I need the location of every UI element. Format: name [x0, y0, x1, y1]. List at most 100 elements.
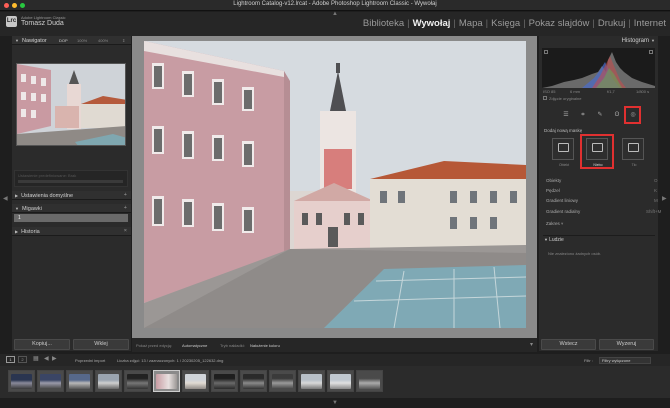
zoom-arrows-icon[interactable]: ⇕ — [122, 36, 125, 45]
original-photo-label: Zdjęcie oryginalne — [549, 96, 582, 101]
navigator-header[interactable]: ▼ Nawigator DOP 100% 400% ⇕ — [12, 36, 131, 45]
filmstrip-thumb-9[interactable] — [240, 370, 267, 392]
people-title: Ludzie — [549, 237, 564, 243]
filmstrip-thumb-8[interactable] — [211, 370, 238, 392]
previous-button[interactable]: Wstecz — [541, 339, 596, 350]
filter-select[interactable]: Filtry wyłączone — [599, 357, 651, 364]
brush-label: Pędzel — [546, 188, 560, 193]
right-panel-chevron-icon[interactable]: ▶ — [662, 196, 667, 202]
original-photo-checkbox[interactable] — [543, 96, 547, 100]
highlight-clipping-icon[interactable] — [649, 50, 653, 54]
copy-button[interactable]: Kopiuj... — [14, 339, 70, 350]
show-edit-select[interactable]: Automatyczne — [182, 343, 207, 348]
add-preset-icon[interactable]: + — [124, 191, 127, 200]
filmstrip-thumb-11[interactable] — [298, 370, 325, 392]
mask-subject-button[interactable]: Obiekt — [552, 138, 574, 167]
next-photo-icon[interactable]: ▶ — [52, 355, 57, 362]
histogram[interactable] — [542, 48, 655, 88]
filmstrip-bar: 1 2 ▦ ◀ ▶ Poprzedni import Liczba zdjęć:… — [0, 354, 670, 366]
navigator-thumbnail — [17, 64, 125, 145]
add-snapshot-icon[interactable]: + — [124, 204, 127, 213]
objects-shortcut: O — [654, 178, 658, 183]
mask-background-button[interactable]: Tło — [622, 138, 644, 167]
histogram-title[interactable]: Histogram — [539, 36, 658, 46]
snapshots-header[interactable]: ▼ Migawki + — [12, 204, 131, 213]
zoom-fit[interactable]: DOP — [59, 36, 68, 45]
shadow-clipping-icon[interactable] — [544, 50, 548, 54]
preset-amount-slider[interactable] — [18, 180, 123, 183]
mask-tool-objects[interactable]: Obiekty O — [546, 178, 658, 183]
paste-button[interactable]: Wklej — [73, 339, 129, 350]
window-title-bar: Lightroom Catalog-v12.lrcat - Adobe Phot… — [0, 0, 670, 11]
main-photo[interactable] — [144, 41, 526, 328]
module-wywolaj[interactable]: Wywołaj — [413, 18, 451, 29]
filmstrip-thumb-3[interactable] — [66, 370, 93, 392]
filmstrip-thumb-7[interactable] — [182, 370, 209, 392]
histogram-collapse-icon[interactable]: ▼ — [651, 38, 655, 43]
presets-header[interactable]: ▶ Ustawienia domyślne + — [12, 191, 131, 200]
module-ksiega[interactable]: Księga — [491, 18, 520, 29]
zoom-100[interactable]: 100% — [77, 36, 87, 45]
linear-gradient-shortcut: M — [654, 198, 658, 203]
sky-highlight — [580, 134, 614, 169]
overlay-mode-select[interactable]: Nałożenie koloru — [250, 343, 280, 348]
filmstrip-source[interactable]: Poprzedni import — [75, 358, 105, 363]
page-2[interactable]: 2 — [18, 356, 27, 363]
module-drukuj[interactable]: Drukuj — [598, 18, 625, 29]
zoom-400[interactable]: 400% — [98, 36, 108, 45]
history-header[interactable]: ▶ Historia × — [12, 227, 131, 236]
filmstrip-thumb-6-selected[interactable] — [153, 370, 180, 392]
filmstrip-thumb-2[interactable] — [37, 370, 64, 392]
brush-shortcut: K — [654, 188, 658, 193]
page-1[interactable]: 1 — [6, 356, 15, 363]
mask-tool-linear-gradient[interactable]: Gradient liniowy M — [546, 198, 658, 203]
toolbar-menu-icon[interactable]: ▾ — [530, 341, 533, 348]
mask-subject-label: Obiekt — [558, 163, 570, 167]
mask-background-label: Tło — [631, 163, 637, 167]
navigator-preview[interactable] — [16, 63, 126, 146]
clear-history-icon[interactable]: × — [124, 227, 127, 236]
filmstrip-thumb-4[interactable] — [95, 370, 122, 392]
exif-shutter: 1/800 s — [636, 89, 650, 94]
mask-tool-radial-gradient[interactable]: Gradient radialny Shift+M — [546, 209, 661, 214]
red-eye-icon[interactable]: ʘ — [612, 110, 622, 120]
exif-focal: 6 mm — [570, 89, 580, 94]
radial-gradient-label: Gradient radialny — [546, 209, 581, 214]
lrc-logo-icon: Lrc — [6, 16, 17, 27]
linear-gradient-label: Gradient liniowy — [546, 198, 579, 203]
background-icon — [627, 143, 639, 152]
module-pokaz-slajdow[interactable]: Pokaz slajdów — [529, 18, 590, 29]
healing-icon[interactable]: ✎ — [595, 110, 605, 120]
exif-aperture: f/1,7 — [607, 89, 615, 94]
people-header[interactable]: ▼ Ludzie — [544, 237, 564, 243]
bottom-panel-chevron-icon[interactable]: ▼ — [332, 400, 338, 406]
left-panel-chevron-icon[interactable]: ◀ — [3, 196, 8, 202]
mask-tool-brush[interactable]: Pędzel K — [546, 188, 657, 193]
filmstrip-thumb-1[interactable] — [8, 370, 35, 392]
edit-sliders-icon[interactable]: ☰ — [561, 110, 571, 120]
radial-gradient-shortcut: Shift+M — [646, 209, 662, 214]
filmstrip-thumb-5[interactable] — [124, 370, 151, 392]
crop-icon[interactable]: ⌗ — [578, 110, 588, 120]
preset-hint-label: Ustawienie predefiniowane: Brak — [18, 173, 77, 178]
grid-view-icon[interactable]: ▦ — [33, 355, 39, 362]
snapshot-item[interactable]: 1 — [14, 214, 128, 222]
mask-tool-range[interactable]: Zakres ▾ — [546, 221, 563, 227]
module-mapa[interactable]: Mapa — [459, 18, 483, 29]
presets-title: Ustawienia domyślne — [21, 193, 74, 199]
objects-label: Obiekty — [546, 178, 562, 183]
filmstrip-thumb-12[interactable] — [327, 370, 354, 392]
window-title: Lightroom Catalog-v12.lrcat - Adobe Phot… — [233, 1, 437, 7]
people-empty: Nie znaleziono żadnych osób. — [548, 251, 602, 256]
filmstrip-thumb-13[interactable] — [356, 370, 383, 392]
module-internet[interactable]: Internet — [634, 18, 666, 29]
divider — [543, 235, 655, 236]
preset-hint-area: Ustawienie predefiniowane: Brak — [14, 170, 128, 187]
module-biblioteka[interactable]: Biblioteka — [363, 18, 404, 29]
top-panel-chevron-icon[interactable]: ▲ — [332, 11, 338, 17]
reset-button[interactable]: Wyzeruj — [599, 339, 654, 350]
previous-photo-icon[interactable]: ◀ — [44, 355, 49, 362]
module-picker: Biblioteka | Wywołaj | Mapa | Księga | Pokaz… — [362, 18, 666, 29]
photo-image — [144, 41, 526, 328]
filmstrip-thumb-10[interactable] — [269, 370, 296, 392]
